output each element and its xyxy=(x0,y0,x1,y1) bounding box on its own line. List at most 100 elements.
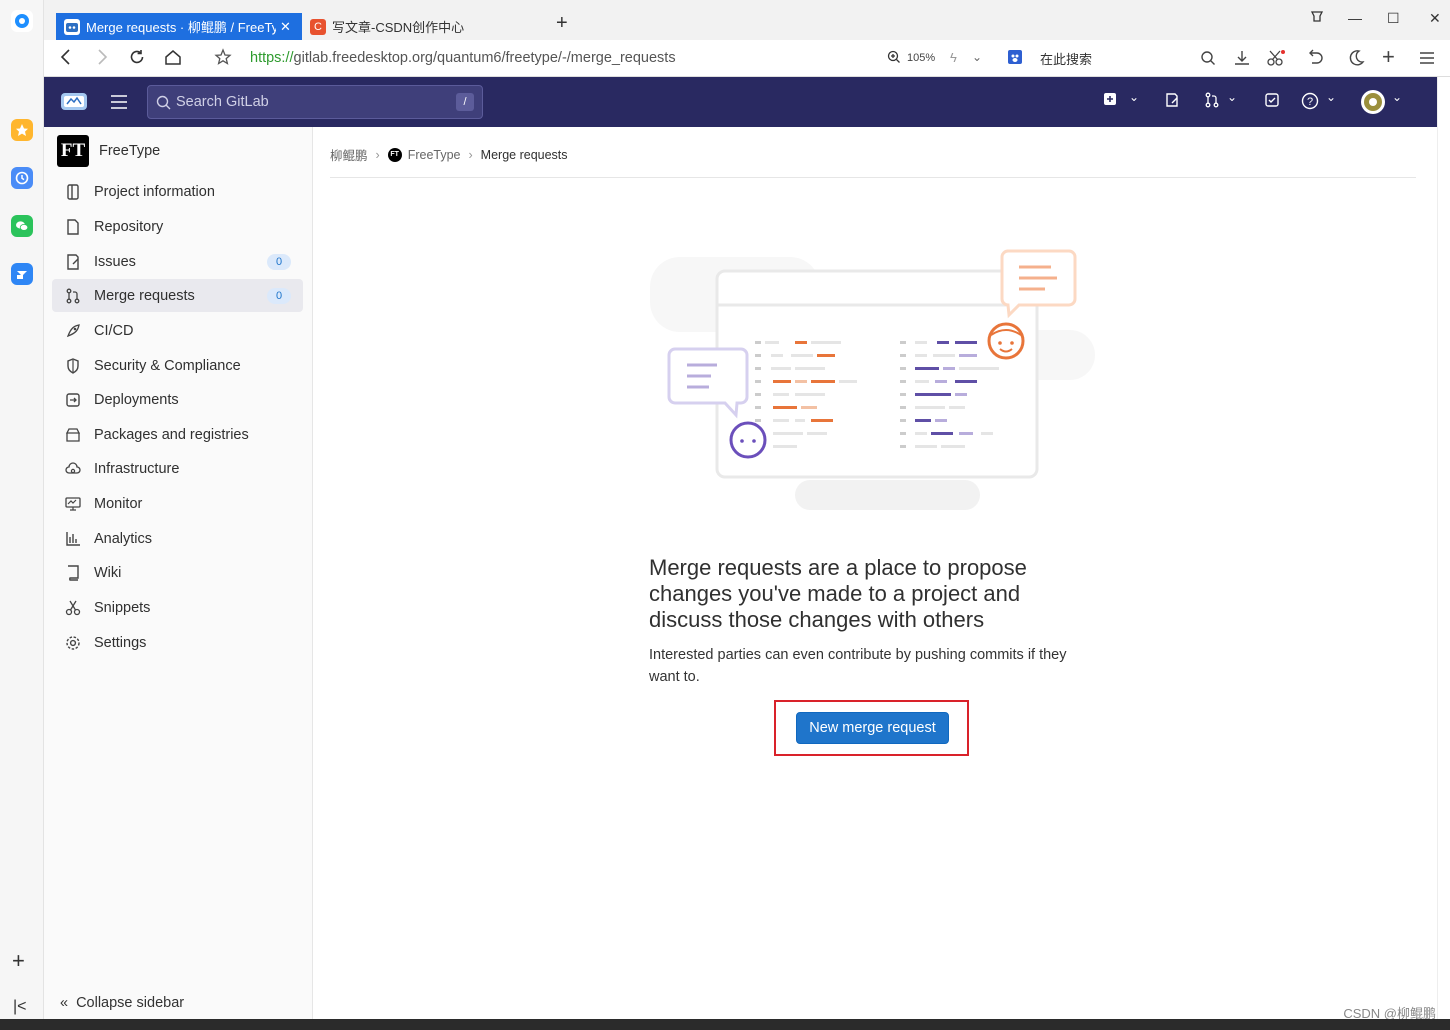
forward-icon[interactable] xyxy=(94,48,110,71)
sidebar-item-packages[interactable]: Packages and registries xyxy=(52,418,303,451)
gitlab-favicon-icon xyxy=(64,18,80,35)
create-new-icon[interactable] xyxy=(1103,92,1117,110)
sidebar-item-label: Settings xyxy=(94,634,147,651)
download-icon[interactable] xyxy=(1233,49,1251,72)
home-icon[interactable] xyxy=(164,48,182,71)
chevron-down-icon[interactable]: ⌄ xyxy=(1227,90,1237,104)
favorites-icon[interactable] xyxy=(11,119,33,141)
sidebar-item-infrastructure[interactable]: Infrastructure xyxy=(52,452,303,485)
search-icon[interactable] xyxy=(1200,50,1216,71)
back-icon[interactable] xyxy=(58,48,74,71)
maximize-icon[interactable]: ☐ xyxy=(1387,10,1400,27)
breadcrumb-user[interactable]: 柳鲲鹏 xyxy=(330,145,368,164)
collapse-sidebar-button[interactable]: « Collapse sidebar xyxy=(60,995,184,1011)
rocket-icon xyxy=(64,322,82,340)
bookmark-star-icon[interactable] xyxy=(214,48,232,71)
breadcrumb-project[interactable]: FreeType xyxy=(408,148,461,162)
sidebar-item-deployments[interactable]: Deployments xyxy=(52,383,303,416)
browser-logo-icon[interactable] xyxy=(11,10,33,32)
sidebar-item-label: Merge requests xyxy=(94,287,195,304)
undo-close-icon[interactable] xyxy=(1306,49,1328,72)
chevron-down-icon[interactable]: ⌄ xyxy=(1392,90,1402,104)
collapse-rail-icon[interactable]: |< xyxy=(13,998,27,1016)
zoom-level[interactable]: 105% xyxy=(907,52,935,64)
screenshot-scissors-icon[interactable] xyxy=(1266,49,1286,72)
issues-icon[interactable] xyxy=(1164,92,1180,112)
breadcrumb-divider xyxy=(330,177,1416,178)
sidebar-item-label: Packages and registries xyxy=(94,426,249,443)
sidebar-item-wiki[interactable]: Wiki xyxy=(52,556,303,589)
baidu-paw-icon[interactable] xyxy=(1008,50,1026,71)
issues-count-badge: 0 xyxy=(267,253,291,270)
tab-merge-requests[interactable]: Merge requests · 柳鲲鹏 / FreeType · GitLab… xyxy=(56,13,302,40)
chevron-down-icon[interactable]: ⌄ xyxy=(972,50,982,64)
browser-side-rail: + |< xyxy=(0,0,44,1030)
sidebar-item-ci-cd[interactable]: CI/CD xyxy=(52,314,303,347)
sidebar-item-repository[interactable]: Repository xyxy=(52,210,303,243)
lightning-icon[interactable]: ϟ xyxy=(950,50,957,65)
gitlab-top-bar: Search GitLab / ⌄ ⌄ ? ⌄ ⌄ xyxy=(44,77,1437,127)
add-sidebar-app-icon[interactable]: + xyxy=(12,948,25,974)
close-tab-icon[interactable]: ✕ xyxy=(280,19,291,35)
merge-request-icon[interactable] xyxy=(1204,92,1220,112)
wechat-icon[interactable] xyxy=(11,215,33,237)
info-doc-icon xyxy=(64,183,82,201)
pin-icon[interactable] xyxy=(1310,10,1324,27)
deployments-icon xyxy=(64,391,82,409)
mail-icon[interactable] xyxy=(11,263,33,285)
gear-icon xyxy=(64,634,82,652)
sidebar-item-label: Wiki xyxy=(94,564,122,581)
csdn-favicon-icon: C xyxy=(310,18,326,35)
reload-icon[interactable] xyxy=(128,48,146,71)
todo-icon[interactable] xyxy=(1264,92,1280,112)
sidebar-item-merge-requests[interactable]: Merge requests 0 xyxy=(52,279,303,312)
sidebar-item-issues[interactable]: Issues 0 xyxy=(52,245,303,278)
help-icon[interactable]: ? xyxy=(1301,92,1319,114)
sidebar-item-label: CI/CD xyxy=(94,322,134,339)
chevron-down-icon[interactable]: ⌄ xyxy=(1326,90,1336,104)
sidebar-item-analytics[interactable]: Analytics xyxy=(52,522,303,555)
monitor-icon xyxy=(64,495,82,513)
sidebar-item-settings[interactable]: Settings xyxy=(52,626,303,659)
sidebar-item-snippets[interactable]: Snippets xyxy=(52,591,303,624)
shield-icon xyxy=(64,357,82,375)
merge-request-icon xyxy=(64,287,82,305)
minimize-icon[interactable]: — xyxy=(1348,10,1362,26)
project-avatar-small-icon: FT xyxy=(387,147,402,162)
sidebar-item-monitor[interactable]: Monitor xyxy=(52,487,303,520)
project-sidebar: FT FreeType Project information Reposito… xyxy=(44,127,313,1030)
annotation-highlight-box xyxy=(774,700,969,756)
history-icon[interactable] xyxy=(11,167,33,189)
project-header[interactable]: FT FreeType xyxy=(57,135,160,167)
sidebar-item-security[interactable]: Security & Compliance xyxy=(52,349,303,382)
doc-icon xyxy=(64,218,82,236)
page-scrollbar[interactable] xyxy=(1437,77,1450,1030)
sidebar-item-project-information[interactable]: Project information xyxy=(52,175,303,208)
chevron-down-icon[interactable]: ⌄ xyxy=(1129,90,1139,104)
breadcrumb-current[interactable]: Merge requests xyxy=(481,148,568,162)
scissors-icon xyxy=(64,599,82,617)
tab-csdn[interactable]: C 写文章-CSDN创作中心 xyxy=(302,13,548,40)
project-name: FreeType xyxy=(99,143,161,159)
address-toolbar: https://gitlab.freedesktop.org/quantum6/… xyxy=(44,40,1450,77)
user-avatar[interactable] xyxy=(1360,89,1386,119)
gitlab-logo-icon[interactable] xyxy=(60,89,88,118)
search-icon xyxy=(156,95,171,110)
chart-icon xyxy=(64,530,82,548)
tab-strip: Merge requests · 柳鲲鹏 / FreeType · GitLab… xyxy=(44,0,1450,40)
menu-icon[interactable] xyxy=(1418,49,1436,72)
hamburger-menu-icon[interactable] xyxy=(110,94,128,115)
night-mode-icon[interactable] xyxy=(1347,49,1365,72)
url-field[interactable]: https://gitlab.freedesktop.org/quantum6/… xyxy=(250,50,676,66)
collapse-sidebar-label: Collapse sidebar xyxy=(76,995,185,1011)
search-shortcut-key: / xyxy=(456,93,474,111)
url-path: gitlab.freedesktop.org/quantum6/freetype… xyxy=(293,50,676,66)
new-tab-icon[interactable]: + xyxy=(556,12,568,35)
extensions-plus-icon[interactable]: + xyxy=(1382,44,1395,70)
close-window-icon[interactable]: ✕ xyxy=(1429,10,1441,27)
zoom-icon[interactable] xyxy=(887,50,901,69)
search-placeholder: Search GitLab xyxy=(176,94,269,110)
sidebar-item-label: Repository xyxy=(94,218,164,235)
gitlab-search-input[interactable]: Search GitLab / xyxy=(147,85,483,119)
os-taskbar xyxy=(0,1019,1450,1030)
